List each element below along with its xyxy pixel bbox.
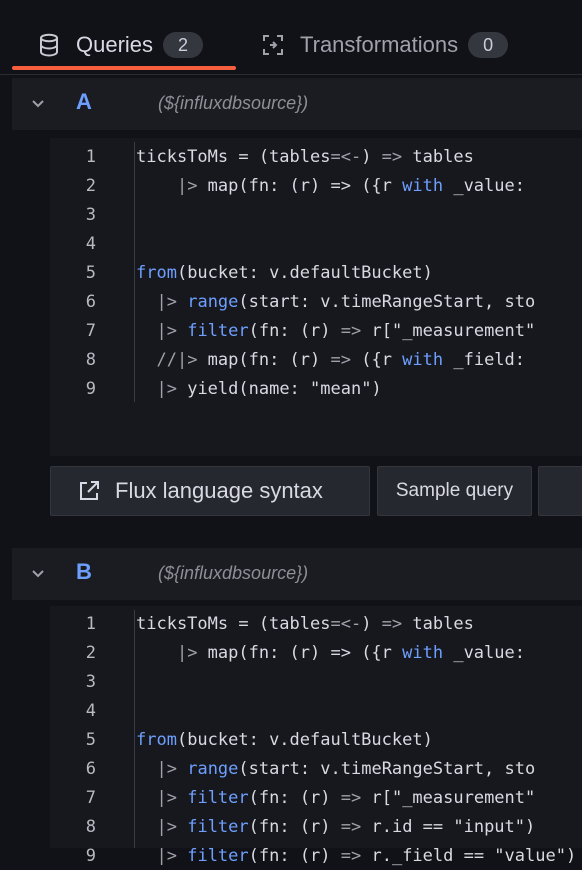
code-text: |> range(start: v.timeRangeStart, sto: [156, 758, 536, 779]
line-number: 2: [85, 642, 96, 663]
active-tab-indicator: [12, 66, 236, 70]
line-number: 3: [85, 204, 96, 225]
query-name[interactable]: B: [76, 559, 92, 585]
database-icon: [40, 33, 58, 57]
queries-count-badge: 2: [163, 32, 204, 58]
line-number: 4: [85, 233, 96, 254]
chevron-down-icon[interactable]: [28, 93, 48, 113]
code-text: |> filter(fn: (r) => r["_measurement": [156, 787, 536, 808]
line-number: 7: [85, 320, 96, 341]
code-text: |> map(fn: (r) => ({r with _value:: [176, 642, 525, 663]
code-text: ticksToMs = (tables=<-) => tables: [136, 613, 474, 634]
code-line: 1 ticksToMs = (tables=<-) => tables: [50, 142, 582, 171]
code-text: |> filter(fn: (r) => r["_measurement": [156, 320, 536, 341]
code-line: 5 from(bucket: v.defaultBucket): [50, 725, 582, 754]
line-number: 2: [85, 175, 96, 196]
line-number: 3: [85, 671, 96, 692]
line-number: 9: [85, 378, 96, 399]
code-line: 3: [50, 200, 582, 229]
code-text: ticksToMs = (tables=<-) => tables: [136, 146, 474, 167]
code-line: 2 |> map(fn: (r) => ({r with _value:: [50, 638, 582, 667]
line-number: 8: [85, 349, 96, 370]
code-editor-b[interactable]: 1 ticksToMs = (tables=<-) => tables 2 |>…: [50, 606, 582, 866]
code-line: 4: [50, 229, 582, 258]
code-line: 6 |> range(start: v.timeRangeStart, sto: [50, 754, 582, 783]
code-text: |> filter(fn: (r) => r._field == "value"…: [156, 845, 577, 866]
external-link-icon: [80, 481, 99, 500]
code-text: //|> map(fn: (r) => ({r with _field:: [156, 349, 526, 370]
line-number: 6: [85, 758, 96, 779]
code-text: |> range(start: v.timeRangeStart, sto: [156, 291, 536, 312]
tab-transformations[interactable]: Transformations 0: [262, 28, 509, 62]
code-text: |> map(fn: (r) => ({r with _value:: [176, 175, 525, 196]
line-number: 1: [85, 613, 96, 634]
tab-queries[interactable]: Queries 2: [38, 28, 204, 62]
code-line: 7 |> filter(fn: (r) => r["_measurement": [50, 316, 582, 345]
code-text: from(bucket: v.defaultBucket): [136, 729, 433, 750]
query-name[interactable]: A: [76, 89, 92, 115]
code-text: from(bucket: v.defaultBucket): [136, 262, 433, 283]
line-number: 5: [85, 729, 96, 750]
transform-icon: [263, 35, 283, 55]
line-number: 1: [85, 146, 96, 167]
line-number: 9: [85, 845, 96, 866]
line-number: 6: [85, 291, 96, 312]
query-datasource: (${influxdbsource}): [158, 93, 309, 113]
line-number: 5: [85, 262, 96, 283]
code-line: 2 |> map(fn: (r) => ({r with _value:: [50, 171, 582, 200]
flux-syntax-label: Flux language syntax: [115, 478, 323, 503]
sample-query-label: Sample query: [395, 480, 514, 501]
code-line: 8 //|> map(fn: (r) => ({r with _field:: [50, 345, 582, 374]
tab-queries-label: Queries: [76, 32, 154, 57]
code-line: 9 |> yield(name: "mean"): [50, 374, 582, 403]
code-text: |> yield(name: "mean"): [156, 378, 382, 399]
code-line: 1 ticksToMs = (tables=<-) => tables: [50, 609, 582, 638]
code-text: |> filter(fn: (r) => r.id == "input"): [156, 816, 536, 837]
code-editor-a[interactable]: 1 ticksToMs = (tables=<-) => tables 2 |>…: [50, 138, 582, 456]
query-row-b[interactable]: B (${influxdbsource}): [12, 548, 582, 600]
more-options-button[interactable]: [538, 466, 582, 516]
query-tabs: Queries 2 Transformations 0: [0, 0, 582, 75]
flux-syntax-button[interactable]: Flux language syntax: [50, 466, 370, 516]
line-number: 7: [85, 787, 96, 808]
code-line: 5 from(bucket: v.defaultBucket): [50, 258, 582, 287]
query-datasource: (${influxdbsource}): [158, 563, 309, 583]
line-number: 8: [85, 816, 96, 837]
code-line: 3: [50, 667, 582, 696]
chevron-down-icon[interactable]: [28, 563, 48, 583]
query-row-a[interactable]: A (${influxdbsource}): [12, 78, 582, 130]
line-number: 4: [85, 700, 96, 721]
code-line: 4: [50, 696, 582, 725]
code-line: 8 |> filter(fn: (r) => r.id == "input"): [50, 812, 582, 841]
code-line: 9 |> filter(fn: (r) => r._field == "valu…: [50, 841, 582, 870]
tab-transformations-label: Transformations: [300, 32, 459, 57]
transformations-count-badge: 0: [468, 32, 509, 58]
sample-query-button[interactable]: Sample query: [377, 466, 532, 516]
code-line: 6 |> range(start: v.timeRangeStart, sto: [50, 287, 582, 316]
code-line: 7 |> filter(fn: (r) => r["_measurement": [50, 783, 582, 812]
